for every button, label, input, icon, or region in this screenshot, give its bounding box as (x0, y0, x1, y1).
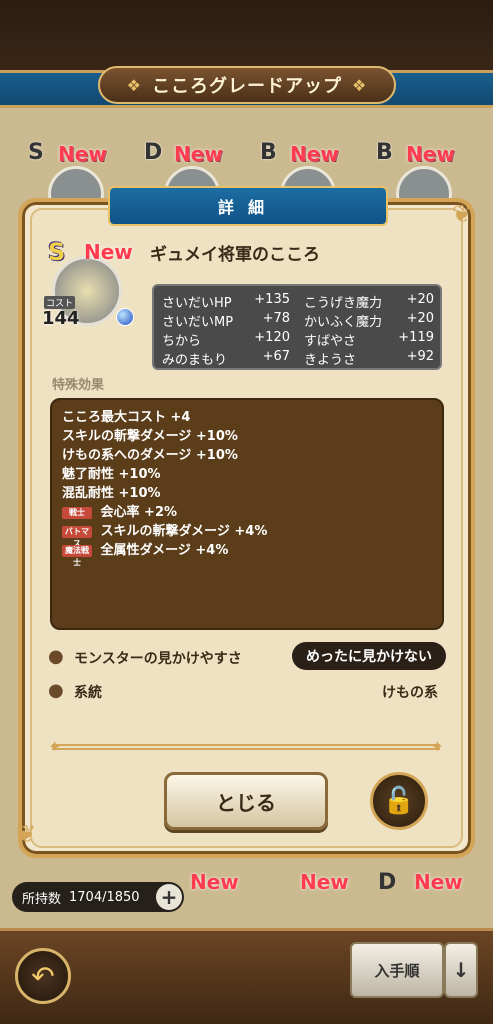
stat-value: +135 (254, 292, 290, 307)
rank-label: D (378, 870, 397, 895)
appearance-row: ● モンスターの見かけやすさ めったに見かけない (48, 642, 446, 672)
effect-row: 混乱耐性 +10% (62, 482, 161, 501)
effect-text: 会心率 +2% (100, 505, 178, 520)
appearance-label: モンスターの見かけやすさ (74, 651, 242, 667)
stat-row: さいだいHP +135 (162, 292, 290, 311)
back-arrow-icon: ↶ (31, 959, 55, 993)
stat-name: ちから (162, 334, 202, 349)
kokoro-name: ギュメイ将軍のこころ (150, 245, 320, 265)
effect-row: 戦士 会心率 +2% (62, 501, 177, 520)
stat-row: すばやさ +119 (304, 330, 434, 349)
effect-text: こころ最大コスト +4 (62, 410, 191, 425)
close-button[interactable]: とじる (164, 772, 328, 830)
new-badge: New (84, 240, 133, 264)
rank-label: D (144, 140, 163, 165)
stat-value: +20 (406, 292, 434, 307)
kokoro-avatar: S New コスト 144 (42, 238, 136, 330)
corner-ornament-icon: ❦ (452, 200, 473, 228)
stat-row: みのまもり +67 (162, 349, 290, 368)
effect-row: バトマス スキルの斬撃ダメージ +4% (62, 520, 268, 548)
rank-label: B (260, 140, 277, 165)
sort-direction-button[interactable]: ↓ (444, 942, 478, 998)
sort-order-button[interactable]: 入手順 (350, 942, 444, 998)
rank-label: S (28, 140, 44, 165)
fleur-icon: ✦ (430, 737, 444, 756)
possession-count: 所持数 1704/1850 + (12, 882, 184, 912)
possession-value: 1704/1850 (69, 889, 140, 905)
effect-text: 魅了耐性 +10% (62, 467, 161, 482)
stat-row: こうげき魔力 +20 (304, 292, 434, 311)
special-effects-panel: こころ最大コスト +4 スキルの斬撃ダメージ +10% けもの系へのダメージ +… (50, 398, 444, 630)
new-badge: New (58, 142, 107, 166)
family-label: 系統 (74, 685, 102, 701)
new-badge: New (290, 142, 339, 166)
possession-label: 所持数 (22, 891, 62, 907)
special-effects-label: 特殊効果 (52, 378, 105, 393)
new-badge: New (300, 870, 349, 894)
stat-name: さいだいMP (162, 315, 234, 330)
stat-value: +120 (254, 330, 290, 345)
stat-row: ちから +120 (162, 330, 290, 349)
appearance-value: めったに見かけない (292, 642, 446, 670)
rank-label: B (376, 140, 393, 165)
color-orb-icon (116, 308, 134, 326)
new-badge: New (174, 142, 223, 166)
effect-text: スキルの斬撃ダメージ +4% (100, 524, 268, 539)
stat-value: +67 (262, 349, 290, 364)
detail-banner: 詳細 (108, 186, 388, 226)
stat-name: みのまもり (162, 353, 228, 368)
screen-title: こころグレードアップ (152, 76, 342, 97)
new-badge: New (414, 870, 463, 894)
stat-name: すばやさ (304, 334, 357, 349)
corner-ornament-icon: ❦ (16, 820, 37, 848)
ornament-right-icon: ❖ (352, 75, 368, 95)
stat-row: さいだいMP +78 (162, 311, 290, 330)
family-row: ● 系統 けもの系 (48, 676, 446, 706)
job-tag: 魔法戦士 (62, 544, 92, 567)
ornament-left-icon: ❖ (126, 75, 142, 95)
rank-label: S (48, 238, 66, 266)
stats-panel: さいだいHP +135 こうげき魔力 +20 さいだいMP +78 かいふく魔力… (152, 284, 442, 370)
ornament-divider: ✦ ✦ (48, 737, 444, 756)
expand-capacity-button[interactable]: + (156, 884, 182, 910)
back-button[interactable]: ↶ (15, 948, 71, 1004)
stat-value: +92 (406, 349, 434, 364)
stat-row: かいふく魔力 +20 (304, 311, 434, 330)
stat-name: さいだいHP (162, 296, 232, 311)
poop-icon: ● (48, 646, 64, 667)
effect-text: 混乱耐性 +10% (62, 486, 161, 501)
stat-row: きようさ +92 (304, 349, 434, 368)
stat-name: こうげき魔力 (304, 296, 383, 311)
top-bar (0, 0, 493, 72)
lock-toggle-button[interactable]: 🔓 (370, 772, 428, 830)
effect-text: けもの系へのダメージ +10% (62, 448, 238, 463)
family-value: けもの系 (382, 685, 438, 701)
padlock-icon: 🔓 (382, 786, 416, 816)
new-badge: New (190, 870, 239, 894)
effect-row: 魅了耐性 +10% (62, 463, 161, 482)
stat-value: +119 (398, 330, 434, 345)
effect-row: スキルの斬撃ダメージ +10% (62, 425, 238, 444)
effect-row: けもの系へのダメージ +10% (62, 444, 238, 463)
screen-title-plate: ❖ こころグレードアップ ❖ (98, 66, 396, 104)
fleur-icon: ✦ (48, 737, 62, 756)
job-tag: バトマス (62, 525, 92, 548)
new-badge: New (406, 142, 455, 166)
effect-text: 全属性ダメージ +4% (100, 543, 229, 558)
job-tag: 戦士 (62, 506, 92, 519)
poop-icon: ● (48, 680, 64, 701)
stat-value: +78 (262, 311, 290, 326)
effect-text: スキルの斬撃ダメージ +10% (62, 429, 238, 444)
stat-name: きようさ (304, 353, 357, 368)
cost-value: 144 (42, 308, 80, 329)
stat-value: +20 (406, 311, 434, 326)
effect-row: 魔法戦士 全属性ダメージ +4% (62, 539, 229, 567)
effect-row: こころ最大コスト +4 (62, 406, 190, 425)
stat-name: かいふく魔力 (304, 315, 383, 330)
